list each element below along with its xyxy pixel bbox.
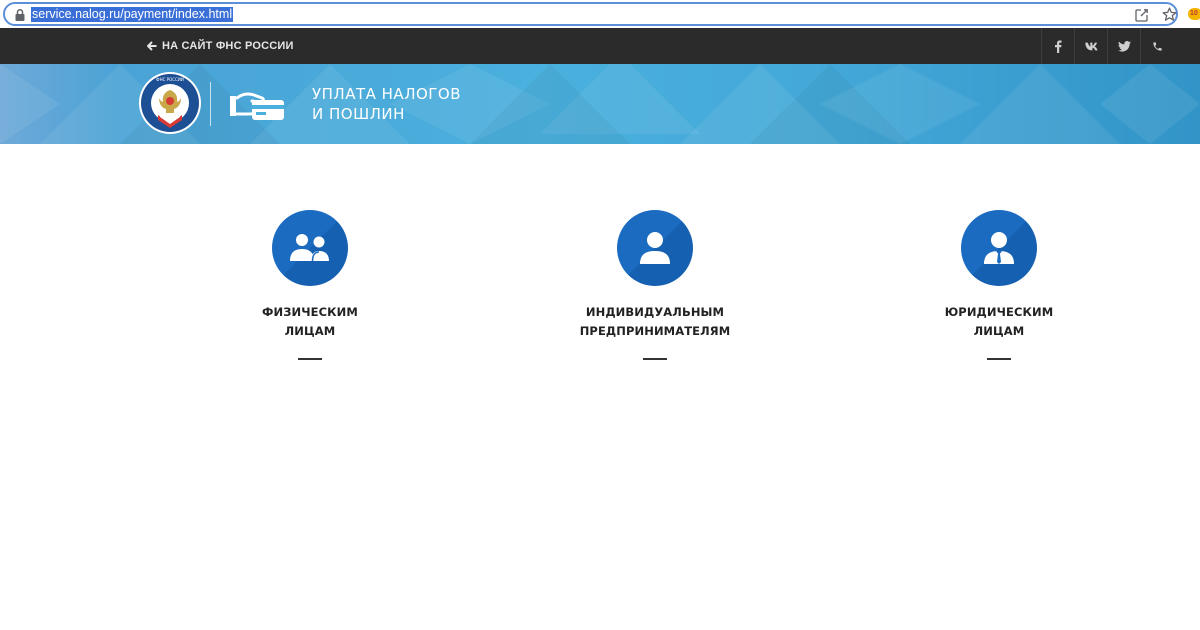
twitter-icon — [1117, 40, 1131, 52]
url-text[interactable]: service.nalog.ru/payment/index.html — [31, 7, 234, 22]
top-navigation-bar: НА САЙТ ФНС РОССИИ — [0, 28, 1200, 64]
facebook-icon — [1055, 40, 1062, 53]
category-label-line1: ЮРИДИЧЕСКИМ — [944, 305, 1054, 319]
category-label-line2: ПРЕДПРИНИМАТЕЛЯМ — [579, 324, 731, 338]
arrow-left-icon — [147, 41, 157, 51]
header-divider — [210, 82, 211, 126]
hand-card-icon — [230, 92, 284, 120]
back-to-fns-link[interactable]: НА САЙТ ФНС РОССИИ — [147, 28, 294, 64]
twitter-link[interactable] — [1107, 28, 1140, 64]
category-individuals[interactable]: ФИЗИЧЕСКИМ ЛИЦАМ — [210, 210, 410, 360]
bookmark-star-icon[interactable] — [1161, 6, 1178, 23]
category-label[interactable]: ЮРИДИЧЕСКИМ ЛИЦАМ — [899, 303, 1099, 341]
category-legal-entities[interactable]: ЮРИДИЧЕСКИМ ЛИЦАМ — [899, 210, 1099, 360]
category-label[interactable]: ФИЗИЧЕСКИМ ЛИЦАМ — [210, 303, 410, 341]
category-underline — [298, 358, 322, 360]
back-link-label: НА САЙТ ФНС РОССИИ — [162, 40, 294, 52]
category-label-line1: ФИЗИЧЕСКИМ — [262, 305, 358, 319]
share-icon[interactable] — [1134, 7, 1150, 23]
facebook-link[interactable] — [1041, 28, 1074, 64]
user-icon — [640, 232, 670, 264]
category-icon-circle[interactable] — [617, 210, 693, 286]
category-icon-circle[interactable] — [272, 210, 348, 286]
category-underline — [643, 358, 667, 360]
category-entrepreneurs[interactable]: ИНДИВИДУАЛЬНЫМ ПРЕДПРИНИМАТЕЛЯМ — [555, 210, 755, 360]
phone-link[interactable] — [1140, 28, 1173, 64]
service-title-line1: УПЛАТА НАЛОГОВ — [312, 85, 462, 103]
category-label-line2: ЛИЦАМ — [973, 324, 1025, 338]
address-bar[interactable]: service.nalog.ru/payment/index.html — [3, 2, 1178, 26]
browser-toolbar: service.nalog.ru/payment/index.html 10 — [0, 0, 1200, 28]
svg-text:ФНС РОССИИ: ФНС РОССИИ — [156, 77, 184, 82]
service-title: УПЛАТА НАЛОГОВ И ПОШЛИН — [312, 84, 461, 124]
category-label-line2: ЛИЦАМ — [284, 324, 336, 338]
category-underline — [987, 358, 1011, 360]
extension-badge-icon[interactable]: 10 — [1188, 8, 1200, 20]
businessman-icon — [984, 232, 1014, 264]
category-label[interactable]: ИНДИВИДУАЛЬНЫМ ПРЕДПРИНИМАТЕЛЯМ — [555, 303, 755, 341]
users-icon — [290, 234, 329, 262]
category-icon-circle[interactable] — [961, 210, 1037, 286]
category-label-line1: ИНДИВИДУАЛЬНЫМ — [585, 305, 725, 319]
fns-emblem-logo: ФНС РОССИИ — [139, 72, 201, 134]
service-title-line2: И ПОШЛИН — [312, 105, 405, 123]
vk-link[interactable] — [1074, 28, 1107, 64]
lock-icon — [15, 8, 25, 21]
header-banner: ФНС РОССИИ УПЛАТА НАЛОГОВ И ПОШЛИН — [0, 64, 1200, 144]
vk-icon — [1084, 42, 1098, 50]
phone-icon — [1152, 41, 1162, 51]
